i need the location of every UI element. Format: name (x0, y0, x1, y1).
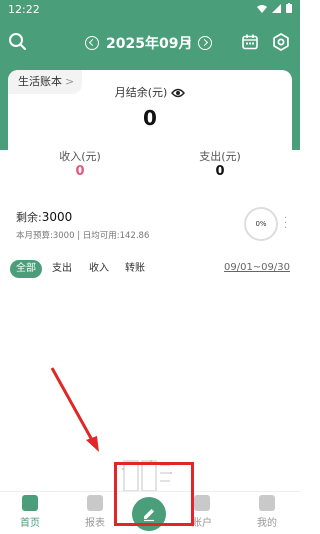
status-bar: 12:22 (0, 0, 300, 20)
signal-icon (272, 3, 281, 16)
search-icon[interactable] (8, 32, 28, 52)
calendar-icon[interactable] (242, 34, 258, 50)
tab-reports[interactable]: 报表 (75, 495, 115, 529)
budget-remaining: 剩余:3000 (16, 209, 72, 225)
status-icons (257, 3, 292, 16)
date-range-link[interactable]: 09/01~09/30 (224, 262, 290, 273)
balance-label-row: 月结余(元) (8, 84, 292, 101)
next-month-icon[interactable] (198, 36, 212, 50)
battery-icon (286, 3, 292, 16)
monthly-summary-card: 生活账本 > 月结余(元) 0 收入(元) 0 支出(元) 0 (8, 70, 292, 194)
balance-label: 月结余(元) (114, 86, 168, 99)
expense-value: 0 (215, 164, 225, 179)
filter-income[interactable]: 收入 (89, 260, 109, 278)
eye-icon[interactable] (171, 88, 186, 101)
tab-home[interactable]: 首页 (10, 495, 50, 529)
annotation-highlight-box (114, 462, 194, 526)
tab-home-label: 首页 (20, 518, 40, 529)
filter-all[interactable]: 全部 (10, 260, 42, 278)
income-label: 收入(元) (59, 150, 101, 163)
wifi-icon (257, 3, 267, 16)
tab-accounts-label: 账户 (192, 518, 212, 529)
month-selector[interactable]: 2025年09月 (106, 33, 192, 53)
tab-reports-label: 报表 (85, 518, 105, 529)
expense-label: 支出(元) (199, 150, 241, 163)
budget-detail: 本月预算:3000 | 日均可用:142.86 (16, 231, 150, 241)
budget-remaining-label: 剩余: (16, 211, 42, 224)
more-vertical-icon[interactable]: · · · (284, 214, 287, 234)
budget-progress-ring: 0% (244, 207, 278, 241)
home-icon (22, 495, 38, 511)
balance-value: 0 (143, 106, 157, 130)
budget-card[interactable]: 剩余:3000 本月预算:3000 | 日均可用:142.86 0% · · · (8, 200, 292, 250)
wallet-icon (194, 495, 210, 511)
report-icon (87, 495, 103, 511)
budget-remaining-value: 3000 (41, 210, 73, 224)
month-dropdown-caret-icon[interactable] (185, 40, 191, 44)
profile-icon (259, 495, 275, 511)
filter-expense[interactable]: 支出 (52, 260, 72, 278)
settings-icon[interactable] (272, 33, 290, 51)
income-value: 0 (75, 164, 85, 179)
filter-transfer[interactable]: 转账 (125, 260, 145, 278)
status-time: 12:22 (8, 3, 40, 16)
prev-month-icon[interactable] (85, 36, 99, 50)
tab-profile[interactable]: 我的 (247, 495, 287, 529)
top-nav: 2025年09月 (0, 28, 300, 58)
tab-profile-label: 我的 (257, 518, 277, 529)
transaction-filter-bar: 全部 支出 收入 转账 09/01~09/30 (0, 258, 300, 280)
